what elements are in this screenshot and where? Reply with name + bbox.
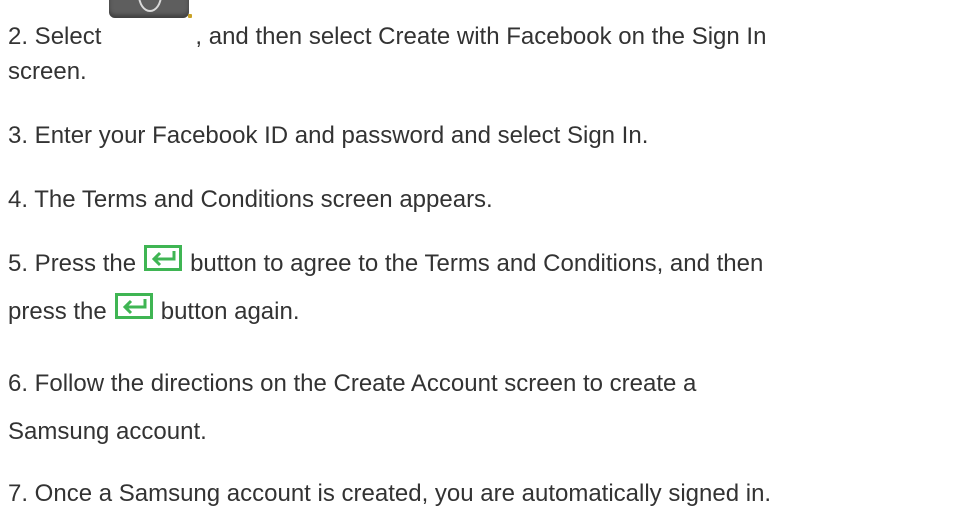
step-5-text-b: button to agree to the Terms and Conditi… <box>190 250 764 277</box>
step-5-text-a: 5. Press the <box>8 250 137 277</box>
step-4-text: 4. The Terms and Conditions screen appea… <box>8 186 493 213</box>
step-4: 4. The Terms and Conditions screen appea… <box>8 176 493 224</box>
step-6-text-b: Samsung account. <box>8 418 207 445</box>
remote-settings-icon <box>109 0 193 44</box>
step-3: 3. Enter your Facebook ID and password a… <box>8 112 648 160</box>
step-2-text-a: 2. Select <box>8 23 102 50</box>
step-7-text: 7. Once a Samsung account is created, yo… <box>8 480 772 507</box>
step-2-text-c: screen. <box>8 58 87 85</box>
return-icon <box>144 245 183 271</box>
step-2-line-2: screen. <box>8 48 87 96</box>
step-5-line-2: press the button again. <box>8 288 300 336</box>
step-6-text-a: 6. Follow the directions on the Create A… <box>8 370 697 397</box>
return-icon <box>114 293 153 319</box>
step-5-line-1: 5. Press the button to agree to the Terms… <box>8 240 763 288</box>
step-6-line-1: 6. Follow the directions on the Create A… <box>8 360 696 408</box>
step-3-text: 3. Enter your Facebook ID and password a… <box>8 122 649 149</box>
step-2-text-b: , and then select Create with Facebook o… <box>195 23 767 50</box>
instruction-document: 2. Select , and then select Create with F… <box>0 0 957 507</box>
step-7: 7. Once a Samsung account is created, yo… <box>8 470 771 518</box>
step-6-line-2: Samsung account. <box>8 408 207 456</box>
step-2-line-1: 2. Select , and then select Create with F… <box>8 0 766 61</box>
step-5-text-c: press the <box>8 298 107 325</box>
step-5-text-d: button again. <box>160 298 300 325</box>
